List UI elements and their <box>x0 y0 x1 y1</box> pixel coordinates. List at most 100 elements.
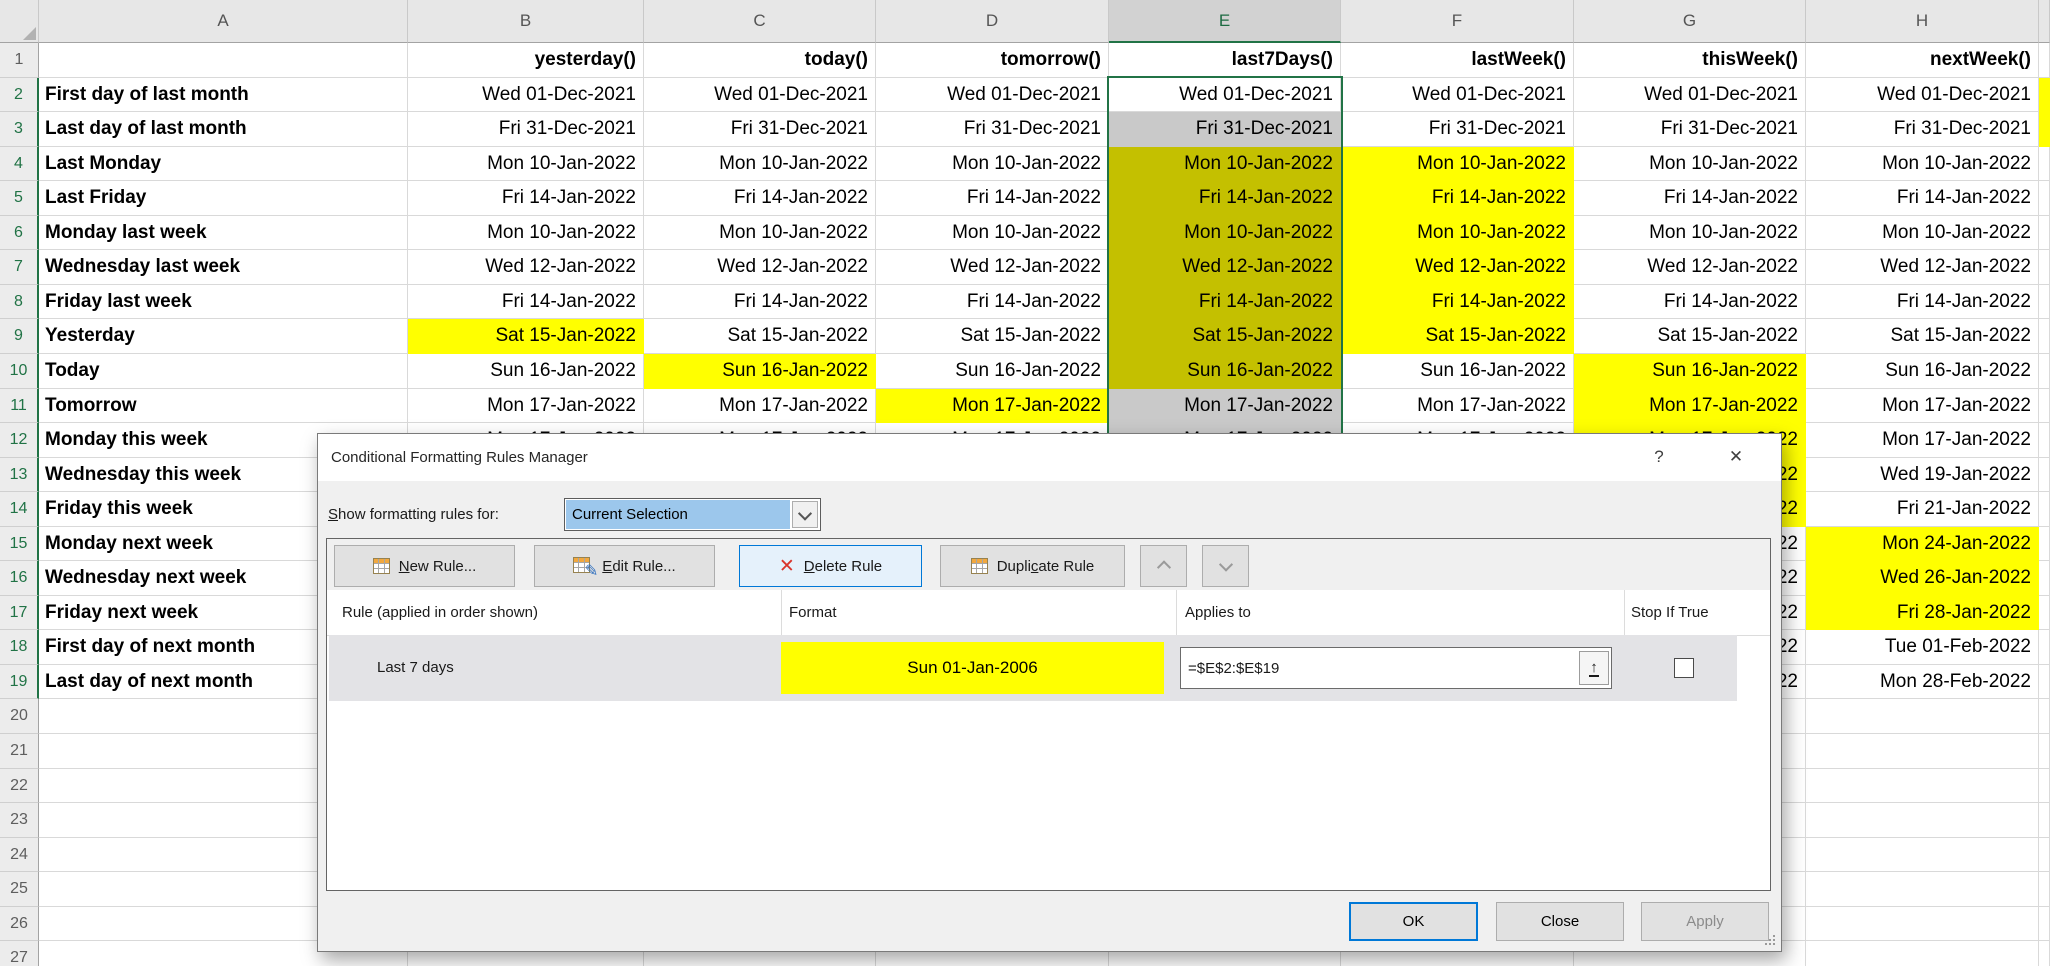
cell-E3[interactable]: Fri 31-Dec-2021 <box>1109 112 1341 147</box>
cell-I6-partial[interactable] <box>2039 216 2050 250</box>
cell-I13-partial[interactable] <box>2039 458 2050 492</box>
row-header-27[interactable]: 27 <box>0 941 39 966</box>
applies-to-value[interactable]: =$E$2:$E$19 <box>1181 660 1577 677</box>
cell-B1[interactable]: yesterday() <box>408 43 644 78</box>
cell-F2[interactable]: Wed 01-Dec-2021 <box>1341 78 1574 112</box>
cell-I1-partial[interactable] <box>2039 43 2050 78</box>
cell-E6[interactable]: Mon 10-Jan-2022 <box>1109 216 1341 250</box>
cell-I8-partial[interactable] <box>2039 285 2050 319</box>
cell-C10[interactable]: Sun 16-Jan-2022 <box>644 354 876 389</box>
cell-H15[interactable]: Mon 24-Jan-2022 <box>1806 527 2039 561</box>
row-header-21[interactable]: 21 <box>0 734 39 769</box>
rule-row[interactable]: Last 7 days Sun 01-Jan-2006 =$E$2:$E$19 … <box>329 635 1737 701</box>
row-header-18[interactable]: 18 <box>0 630 39 665</box>
cell-F1[interactable]: lastWeek() <box>1341 43 1574 78</box>
cell-C5[interactable]: Fri 14-Jan-2022 <box>644 181 876 216</box>
row-header-15[interactable]: 15 <box>0 527 39 561</box>
cell-H12[interactable]: Mon 17-Jan-2022 <box>1806 423 2039 458</box>
cell-I22-partial[interactable] <box>2039 769 2050 803</box>
cell-I2-partial[interactable] <box>2039 78 2050 112</box>
cell-A4[interactable]: Last Monday <box>39 147 408 181</box>
cell-E4[interactable]: Mon 10-Jan-2022 <box>1109 147 1341 181</box>
row-header-13[interactable]: 13 <box>0 458 39 492</box>
duplicate-rule-button[interactable]: Duplicate Rule <box>940 545 1125 587</box>
cell-C11[interactable]: Mon 17-Jan-2022 <box>644 389 876 423</box>
cell-H8[interactable]: Fri 14-Jan-2022 <box>1806 285 2039 319</box>
cell-I10-partial[interactable] <box>2039 354 2050 389</box>
cell-H18[interactable]: Tue 01-Feb-2022 <box>1806 630 2039 665</box>
cell-H6[interactable]: Mon 10-Jan-2022 <box>1806 216 2039 250</box>
close-button[interactable]: Close <box>1496 902 1624 941</box>
cell-F6[interactable]: Mon 10-Jan-2022 <box>1341 216 1574 250</box>
cell-I21-partial[interactable] <box>2039 734 2050 769</box>
cell-E9[interactable]: Sat 15-Jan-2022 <box>1109 319 1341 354</box>
row-header-11[interactable]: 11 <box>0 389 39 423</box>
row-header-9[interactable]: 9 <box>0 319 39 354</box>
cell-I16-partial[interactable] <box>2039 561 2050 596</box>
cell-I7-partial[interactable] <box>2039 250 2050 285</box>
cell-H22[interactable] <box>1806 769 2039 803</box>
row-header-2[interactable]: 2 <box>0 78 39 112</box>
column-header-partial[interactable] <box>2039 0 2050 43</box>
cell-H11[interactable]: Mon 17-Jan-2022 <box>1806 389 2039 423</box>
cell-E11[interactable]: Mon 17-Jan-2022 <box>1109 389 1341 423</box>
cell-I11-partial[interactable] <box>2039 389 2050 423</box>
cell-F4[interactable]: Mon 10-Jan-2022 <box>1341 147 1574 181</box>
help-icon[interactable]: ? <box>1644 442 1674 472</box>
row-header-1[interactable]: 1 <box>0 43 39 78</box>
cell-H23[interactable] <box>1806 803 2039 838</box>
cell-E7[interactable]: Wed 12-Jan-2022 <box>1109 250 1341 285</box>
cell-H1[interactable]: nextWeek() <box>1806 43 2039 78</box>
cell-G1[interactable]: thisWeek() <box>1574 43 1806 78</box>
cell-H24[interactable] <box>1806 838 2039 872</box>
column-header-G[interactable]: G <box>1574 0 1806 43</box>
cell-I4-partial[interactable] <box>2039 147 2050 181</box>
apply-button[interactable]: Apply <box>1641 902 1769 941</box>
cell-H19[interactable]: Mon 28-Feb-2022 <box>1806 665 2039 699</box>
column-header-E[interactable]: E <box>1109 0 1341 43</box>
cell-G5[interactable]: Fri 14-Jan-2022 <box>1574 181 1806 216</box>
cell-B9[interactable]: Sat 15-Jan-2022 <box>408 319 644 354</box>
cell-A5[interactable]: Last Friday <box>39 181 408 216</box>
cell-F3[interactable]: Fri 31-Dec-2021 <box>1341 112 1574 147</box>
cell-D5[interactable]: Fri 14-Jan-2022 <box>876 181 1109 216</box>
cell-C4[interactable]: Mon 10-Jan-2022 <box>644 147 876 181</box>
row-header-16[interactable]: 16 <box>0 561 39 596</box>
cell-G3[interactable]: Fri 31-Dec-2021 <box>1574 112 1806 147</box>
cell-A7[interactable]: Wednesday last week <box>39 250 408 285</box>
row-header-7[interactable]: 7 <box>0 250 39 285</box>
cell-G7[interactable]: Wed 12-Jan-2022 <box>1574 250 1806 285</box>
cell-D3[interactable]: Fri 31-Dec-2021 <box>876 112 1109 147</box>
cell-F9[interactable]: Sat 15-Jan-2022 <box>1341 319 1574 354</box>
cell-H7[interactable]: Wed 12-Jan-2022 <box>1806 250 2039 285</box>
cell-B7[interactable]: Wed 12-Jan-2022 <box>408 250 644 285</box>
cell-H25[interactable] <box>1806 872 2039 907</box>
cell-D9[interactable]: Sat 15-Jan-2022 <box>876 319 1109 354</box>
row-header-10[interactable]: 10 <box>0 354 39 389</box>
cell-I18-partial[interactable] <box>2039 630 2050 665</box>
cell-F8[interactable]: Fri 14-Jan-2022 <box>1341 285 1574 319</box>
cell-F11[interactable]: Mon 17-Jan-2022 <box>1341 389 1574 423</box>
ok-button[interactable]: OK <box>1349 902 1478 941</box>
cell-F10[interactable]: Sun 16-Jan-2022 <box>1341 354 1574 389</box>
cell-C1[interactable]: today() <box>644 43 876 78</box>
cell-G6[interactable]: Mon 10-Jan-2022 <box>1574 216 1806 250</box>
delete-rule-button[interactable]: ✕ Delete Rule <box>739 545 922 587</box>
cell-A3[interactable]: Last day of last month <box>39 112 408 147</box>
cell-C9[interactable]: Sat 15-Jan-2022 <box>644 319 876 354</box>
row-header-17[interactable]: 17 <box>0 596 39 630</box>
cell-H4[interactable]: Mon 10-Jan-2022 <box>1806 147 2039 181</box>
row-header-26[interactable]: 26 <box>0 907 39 941</box>
column-header-C[interactable]: C <box>644 0 876 43</box>
column-header-D[interactable]: D <box>876 0 1109 43</box>
cell-I24-partial[interactable] <box>2039 838 2050 872</box>
row-header-4[interactable]: 4 <box>0 147 39 181</box>
cell-H3[interactable]: Fri 31-Dec-2021 <box>1806 112 2039 147</box>
row-header-23[interactable]: 23 <box>0 803 39 838</box>
row-header-12[interactable]: 12 <box>0 423 39 458</box>
cell-A8[interactable]: Friday last week <box>39 285 408 319</box>
cell-B3[interactable]: Fri 31-Dec-2021 <box>408 112 644 147</box>
row-header-8[interactable]: 8 <box>0 285 39 319</box>
cell-B5[interactable]: Fri 14-Jan-2022 <box>408 181 644 216</box>
row-header-14[interactable]: 14 <box>0 492 39 527</box>
